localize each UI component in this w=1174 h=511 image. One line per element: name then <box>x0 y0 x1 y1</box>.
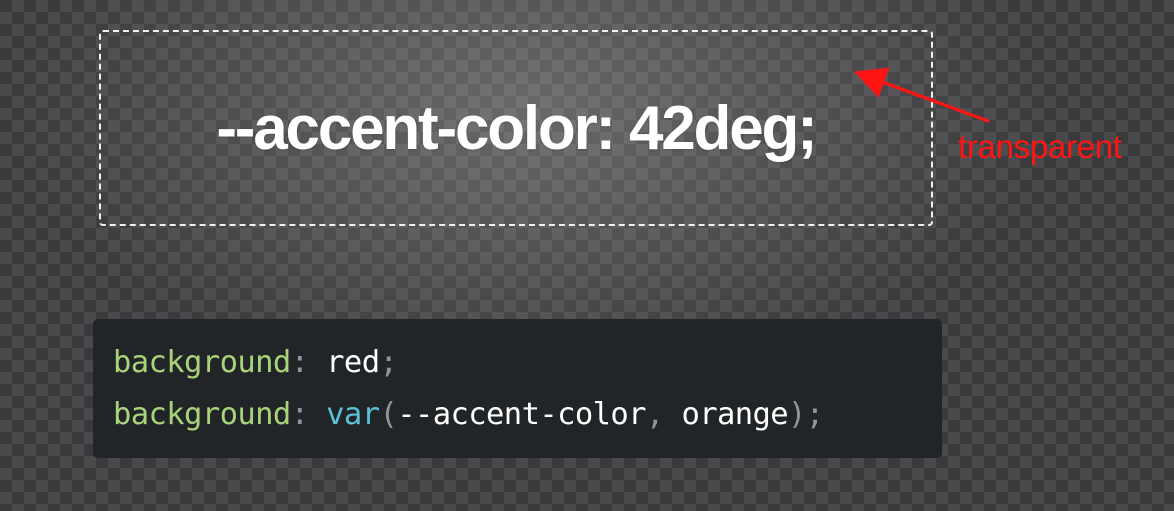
code-line-2: background: var(--accent-color, orange); <box>113 389 942 441</box>
code-semicolon: ; <box>379 345 398 380</box>
code-arg-fallback: orange <box>681 397 789 432</box>
demo-preview-box: --accent-color: 42deg; <box>99 30 933 226</box>
demo-text: --accent-color: 42deg; <box>216 93 817 163</box>
code-arg-variable: --accent-color <box>397 397 646 432</box>
code-block: background: red; background: var(--accen… <box>93 319 942 458</box>
code-colon: : <box>290 397 309 432</box>
code-colon: : <box>290 345 309 380</box>
code-semicolon: ; <box>805 397 824 432</box>
code-close-paren: ) <box>788 397 806 432</box>
code-property: background <box>113 397 291 432</box>
code-comma: , <box>645 397 664 432</box>
code-function: var <box>326 397 380 432</box>
code-line-1: background: red; <box>113 337 942 389</box>
code-open-paren: ( <box>379 397 398 432</box>
code-property: background <box>113 345 291 380</box>
code-value: red <box>326 345 380 380</box>
annotation-label: transparent <box>958 128 1122 165</box>
